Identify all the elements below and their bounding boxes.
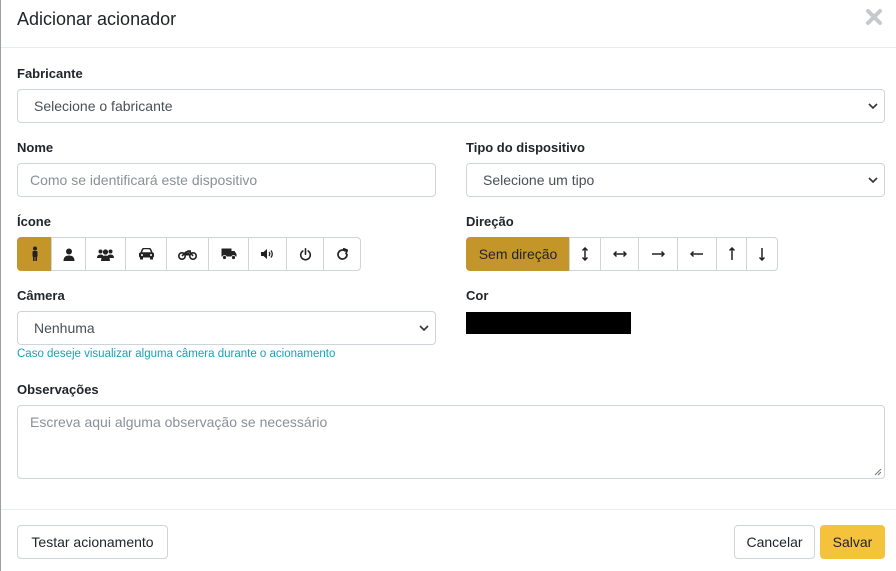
- device-type-select-value: Selecione um tipo: [483, 172, 595, 188]
- icon-label: Ícone: [17, 214, 51, 229]
- cancel-button[interactable]: Cancelar: [734, 525, 815, 559]
- name-label: Nome: [17, 140, 54, 155]
- truck-icon: [221, 248, 236, 260]
- arrows-vertical-icon: [581, 247, 589, 261]
- power-icon: [299, 247, 311, 261]
- person-icon: [32, 246, 37, 261]
- resize-handle-icon[interactable]: [874, 468, 882, 476]
- icon-option-car[interactable]: [125, 237, 167, 271]
- manufacturer-label: Fabricante: [17, 66, 83, 81]
- car-icon: [138, 248, 154, 260]
- camera-select[interactable]: Nenhuma: [17, 311, 436, 345]
- direction-option-right[interactable]: [638, 237, 678, 271]
- footer-divider: [1, 509, 896, 510]
- arrow-down-icon: [758, 248, 766, 261]
- icon-option-users[interactable]: [85, 237, 126, 271]
- chevron-down-icon: [419, 325, 429, 332]
- direction-none-label: Sem direção: [478, 246, 558, 262]
- device-type-label: Tipo do dispositivo: [466, 140, 585, 155]
- modal-header: Adicionar acionador: [1, 0, 896, 48]
- icon-option-refresh[interactable]: [323, 237, 361, 271]
- test-trigger-button[interactable]: Testar acionamento: [17, 525, 168, 559]
- arrows-horizontal-icon: [612, 250, 627, 258]
- manufacturer-select[interactable]: Selecione o fabricante: [17, 89, 885, 123]
- icon-option-truck[interactable]: [208, 237, 249, 271]
- notes-label: Observações: [17, 382, 99, 397]
- name-input[interactable]: Como se identificará este dispositivo: [17, 163, 436, 197]
- user-icon: [63, 248, 74, 261]
- direction-label: Direção: [466, 214, 514, 229]
- color-label: Cor: [466, 288, 489, 303]
- camera-label: Câmera: [17, 288, 65, 303]
- speaker-icon: [261, 249, 273, 259]
- icon-option-user[interactable]: [51, 237, 86, 271]
- camera-help-text: Caso deseje visualizar alguma câmera dur…: [17, 348, 336, 360]
- name-input-placeholder: Como se identificará este dispositivo: [30, 172, 258, 188]
- motorcycle-icon: [178, 250, 197, 260]
- color-picker[interactable]: [466, 312, 631, 334]
- camera-select-value: Nenhuma: [34, 320, 95, 336]
- direction-option-none[interactable]: Sem direção: [466, 237, 570, 271]
- direction-option-horizontal[interactable]: [600, 237, 639, 271]
- direction-option-left[interactable]: [677, 237, 717, 271]
- arrow-up-icon: [728, 247, 735, 260]
- refresh-icon: [336, 247, 348, 260]
- direction-option-vertical[interactable]: [569, 237, 601, 271]
- icon-option-person[interactable]: [17, 237, 52, 271]
- save-button[interactable]: Salvar: [820, 525, 885, 559]
- modal-title: Adicionar acionador: [17, 9, 177, 29]
- direction-option-up[interactable]: [716, 237, 747, 271]
- icon-option-speaker[interactable]: [248, 237, 287, 271]
- add-trigger-modal: Adicionar acionador Fabricante Selecione…: [0, 0, 896, 571]
- icon-option-power[interactable]: [286, 237, 324, 271]
- users-icon: [97, 248, 114, 261]
- manufacturer-select-value: Selecione o fabricante: [34, 98, 173, 114]
- close-icon[interactable]: [863, 6, 885, 28]
- notes-textarea[interactable]: Escreva aqui alguma observação se necess…: [17, 405, 885, 479]
- direction-button-group: Sem direção: [466, 237, 778, 271]
- chevron-down-icon: [868, 177, 878, 184]
- icon-button-group: [17, 237, 361, 271]
- notes-placeholder: Escreva aqui alguma observação se necess…: [30, 414, 328, 430]
- arrow-right-icon: [652, 250, 665, 258]
- chevron-down-icon: [868, 103, 878, 110]
- arrow-left-icon: [690, 250, 703, 258]
- icon-option-motorcycle[interactable]: [166, 237, 209, 271]
- direction-option-down[interactable]: [746, 237, 778, 271]
- device-type-select[interactable]: Selecione um tipo: [466, 163, 885, 197]
